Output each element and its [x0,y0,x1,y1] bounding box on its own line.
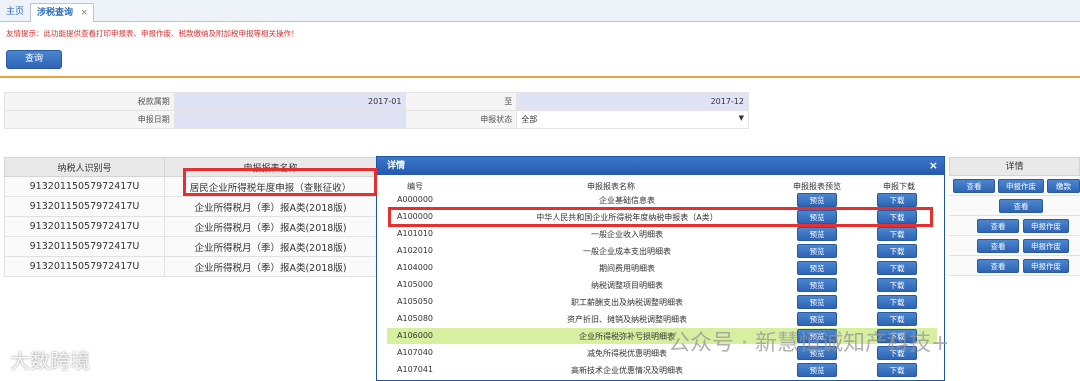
download-button[interactable]: 下载 [877,227,917,241]
close-icon[interactable]: × [929,157,938,175]
preview-button[interactable]: 预览 [797,363,837,377]
report-title: 一般企业收入明细表 [591,230,663,239]
report-title: 企业基础信息表 [599,196,655,205]
period-from-input[interactable]: 2017-01 [173,92,407,111]
chevron-down-icon: ▼ [738,114,744,122]
taxpayer-id: 91320115057972417U [4,176,165,197]
preview-button[interactable]: 预览 [797,227,837,241]
table-row[interactable]: 91320115057972417U 企业所得税月（季）报A类(2018版) [4,256,377,277]
details-column: 详情 查看 申报作废 缴款 查看 查看 申报作废 查看 申报作废 查看 申报作废 [949,157,1080,276]
preview-button[interactable]: 预览 [797,312,837,326]
table-row[interactable]: 91320115057972417U 企业所得税月（季）报A类(2018版) [4,216,377,237]
table-row[interactable]: 91320115057972417U 企业所得税月（季）报A类(2018版) [4,196,377,217]
details-row: 查看 [949,196,1080,216]
tab-home[interactable]: 主页 [0,3,30,22]
tab-tax-query[interactable]: 涉税查询 × [30,3,94,22]
status-label: 申报状态 [405,110,518,129]
report-code: A106000 [397,331,434,340]
view-button[interactable]: 查看 [953,179,995,193]
tab-tax-query-label: 涉税查询 [37,8,74,18]
report-code: A104000 [397,263,434,272]
taxpayer-id: 91320115057972417U [4,216,165,237]
report-name: 企业所得税月（季）报A类(2018版) [164,196,377,217]
period-label: 税款属期 [4,92,175,111]
report-title: 期间费用明细表 [599,264,655,273]
view-button[interactable]: 查看 [977,259,1019,273]
preview-button[interactable]: 预览 [797,295,837,309]
list-item: A105000 纳税调整项目明细表 预览 下载 [387,277,937,293]
pay-button[interactable]: 缴款 [1047,179,1080,193]
void-button[interactable]: 申报作废 [1023,219,1069,233]
void-button[interactable]: 申报作废 [1023,259,1069,273]
details-row: 查看 申报作废 [949,236,1080,256]
preview-button[interactable]: 预览 [797,244,837,258]
report-code: A105050 [397,297,434,306]
download-button[interactable]: 下载 [877,312,917,326]
list-item: A000000 企业基础信息表 预览 下载 [387,192,937,208]
preview-button[interactable]: 预览 [797,278,837,292]
void-button[interactable]: 申报作废 [998,179,1044,193]
void-button[interactable]: 申报作废 [1023,239,1069,253]
col-taxpayer-id: 纳税人识别号 [4,157,165,177]
report-code: A105080 [397,314,434,323]
taxpayer-id: 91320115057972417U [4,256,165,277]
to-label: 至 [405,92,518,111]
list-item: A105050 职工薪酬支出及纳税调整明细表 预览 下载 [387,294,937,310]
preview-button[interactable]: 预览 [797,261,837,275]
report-code: A101010 [397,229,434,238]
hint-text: 友情提示：此功能提供查看打印申报表、申报作废、税款缴纳及附加税申报等相关操作！ [6,29,299,38]
report-code: A000000 [397,195,434,204]
list-item: A107041 高新技术企业优惠情况及明细表 预览 下载 [387,362,937,378]
report-title: 高新技术企业优惠情况及明细表 [571,366,683,375]
report-name: 企业所得税月（季）报A类(2018版) [164,236,377,257]
dialog-title: 详情 [387,161,406,171]
report-code: A105000 [397,280,434,289]
date-label: 申报日期 [4,110,175,129]
query-button[interactable]: 查询 [6,50,62,69]
status-select[interactable]: 全部 ▼ [516,110,749,129]
report-name: 企业所得税月（季）报A类(2018版) [164,256,377,277]
details-header: 详情 [949,157,1080,176]
report-title: 资产折旧、摊销及纳税调整明细表 [567,315,687,324]
period-to-input[interactable]: 2017-12 [516,92,749,111]
report-code: A102010 [397,246,434,255]
list-item: A101010 一般企业收入明细表 预览 下载 [387,226,937,242]
report-code: A107040 [397,348,434,357]
taxpayer-id: 91320115057972417U [4,236,165,257]
list-item: A102010 一般企业成本支出明细表 预览 下载 [387,243,937,259]
download-button[interactable]: 下载 [877,193,917,207]
download-button[interactable]: 下载 [877,278,917,292]
details-row: 查看 申报作废 [949,216,1080,236]
table-row[interactable]: 91320115057972417U 企业所得税月（季）报A类(2018版) [4,236,377,257]
taxpayer-id: 91320115057972417U [4,196,165,217]
download-button[interactable]: 下载 [877,295,917,309]
status-value: 全部 [521,115,538,124]
dialog-titlebar: 详情 × [377,157,944,175]
divider [0,76,1080,78]
annotation-box-a100000 [388,207,933,227]
preview-button[interactable]: 预览 [797,193,837,207]
report-title: 一般企业成本支出明细表 [583,247,671,256]
list-item: A104000 期间费用明细表 预览 下载 [387,260,937,276]
tab-bar: 主页 涉税查询 × [0,0,1080,22]
report-code: A107041 [397,365,434,374]
date-input[interactable] [173,110,407,129]
download-button[interactable]: 下载 [877,244,917,258]
report-title: 职工薪酬支出及纳税调整明细表 [571,298,683,307]
filter-form: 税款属期 2017-01 至 2017-12 申报日期 申报状态 全部 ▼ [4,92,749,129]
report-title: 纳税调整项目明细表 [591,281,663,290]
watermark-right: 公众号 · 新慧恒诚知产科技+ [668,331,950,356]
details-row: 查看 申报作废 缴款 [949,176,1080,196]
view-button[interactable]: 查看 [999,199,1043,213]
watermark-left: 大数跨境 [10,349,90,373]
annotation-box-report [183,168,377,196]
tab-close-icon[interactable]: × [80,4,88,22]
view-button[interactable]: 查看 [977,219,1019,233]
view-button[interactable]: 查看 [977,239,1019,253]
download-button[interactable]: 下载 [877,363,917,377]
download-button[interactable]: 下载 [877,261,917,275]
details-row: 查看 申报作废 [949,256,1080,276]
report-name: 企业所得税月（季）报A类(2018版) [164,216,377,237]
